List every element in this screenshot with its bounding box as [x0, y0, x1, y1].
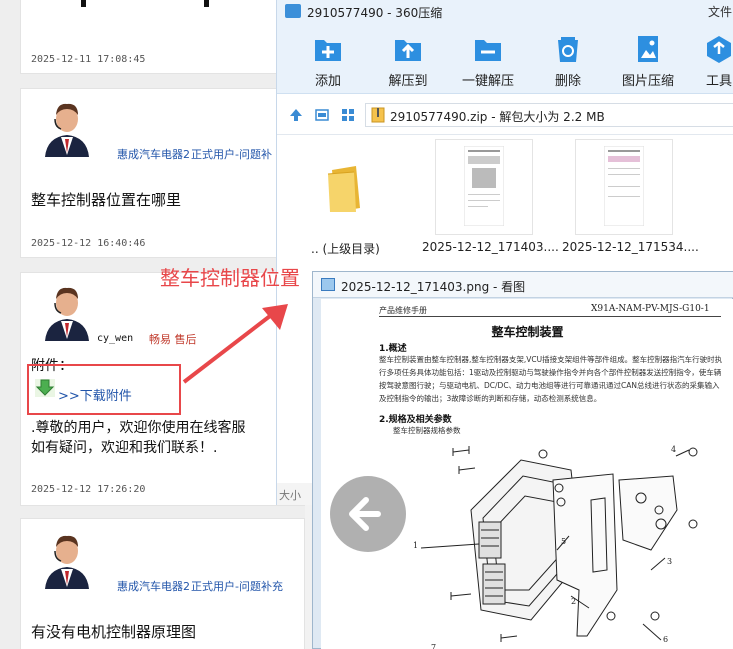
file-item-image[interactable] — [575, 139, 673, 235]
extract-to-icon — [395, 40, 421, 61]
post-partial-text: ff — [143, 0, 151, 2]
doc-paragraph: 整车控制装置由整车控制器,整车控制器支架,VCU插接支架组件等部件组成。整车控制… — [379, 355, 723, 403]
annotation-label: 整车控制器位置 — [160, 266, 300, 290]
file-item-parent[interactable] — [297, 139, 395, 235]
image-viewer-window: 2025-12-12_171403.png - 看图 产品维修手册 X91A-N… — [312, 271, 733, 649]
doc-header-left: 产品维修手册 — [379, 306, 427, 315]
file-caption: .. (上级目录) — [311, 242, 380, 256]
annotation-highlight-box — [27, 364, 181, 415]
tool-label: 添加 — [314, 74, 341, 89]
avatar-fragment — [81, 0, 86, 7]
tool-label: 一键解压 — [461, 74, 514, 89]
image-thumbnail — [604, 146, 644, 226]
file-item-image[interactable] — [435, 139, 533, 235]
post-username[interactable]: 惠成汽车电器2 — [117, 146, 190, 162]
status-text: 大小 — [279, 489, 301, 502]
avatar[interactable] — [41, 97, 93, 157]
doc-subheading: 整车控制器规格参数 — [393, 426, 461, 435]
add-button[interactable]: 添加 — [293, 34, 363, 89]
previous-image-button[interactable] — [330, 476, 406, 552]
post-username[interactable]: cy_wen — [97, 333, 133, 344]
path-field[interactable]: 2910577490.zip - 解包大小为 2.2 MB — [365, 103, 733, 127]
image-compress-icon — [638, 36, 658, 62]
callout-label: 1 — [413, 541, 418, 550]
tool-label: 删除 — [554, 74, 581, 89]
folder-icon — [327, 166, 360, 212]
post-time: 2025-12-12 16:40:46 — [31, 238, 146, 249]
post-message-line: 如有疑问，欢迎和我们联系！. — [31, 440, 218, 456]
file-caption: 2025-12-12_171403.... — [422, 240, 559, 254]
callout-label: 2 — [571, 597, 576, 606]
add-icon — [315, 40, 341, 61]
callout-label: 7 — [431, 643, 436, 649]
zip-window-title: 2910577490 - 360压缩 — [307, 6, 443, 20]
callout-label: 6 — [663, 635, 668, 644]
post-time: 2025-12-12 17:26:20 — [31, 484, 146, 495]
forum-post: 惠成汽车电器2 正式用户-问题补 整车控制器位置在哪里 2025-12-12 1… — [20, 88, 305, 258]
post-message: 有没有电机控制器原理图 — [31, 623, 197, 641]
post-message: 整车控制器位置在哪里 — [31, 191, 182, 209]
menu-file[interactable]: 文件 — [708, 3, 732, 20]
document-image: 产品维修手册 X91A-NAM-PV-MJS-G10-1 整车控制装置 1.概述… — [321, 299, 733, 649]
avatar[interactable] — [41, 529, 93, 589]
one-click-extract-button[interactable]: 一键解压 — [453, 34, 523, 89]
arrow-left-icon — [349, 497, 381, 531]
doc-title: 整车控制装置 — [491, 325, 564, 339]
status-bar: 大小 — [277, 483, 317, 505]
one-click-extract-icon — [475, 40, 501, 61]
avatar-fragment — [204, 0, 209, 7]
delete-button[interactable]: 删除 — [533, 34, 603, 89]
tool-label: 图片压缩 — [621, 74, 674, 89]
viewer-app-icon — [321, 278, 335, 291]
viewer-titlebar: 2025-12-12_171403.png - 看图 — [313, 272, 733, 298]
post-user-role: 正式用户-问题补 — [191, 148, 272, 161]
up-arrow-icon[interactable] — [289, 108, 303, 122]
post-time: 2025-12-11 17:08:45 — [31, 54, 146, 65]
delete-icon — [558, 37, 578, 62]
image-thumbnail — [464, 146, 504, 226]
callout-label: 5 — [561, 537, 566, 546]
viewer-title: 2025-12-12_171403.png - 看图 — [341, 280, 526, 294]
grid-view-icon[interactable] — [341, 108, 355, 122]
zip-file-icon — [371, 107, 385, 123]
post-message-line: .尊敬的用户，欢迎你使用在线客服 — [31, 420, 246, 436]
tools-icon — [707, 36, 731, 63]
callout-label: 4 — [671, 445, 676, 454]
tool-label: 解压到 — [388, 74, 428, 89]
address-bar: 2910577490.zip - 解包大小为 2.2 MB — [277, 95, 733, 135]
forum-post: 惠成汽车电器2 正式用户-问题补充 有没有电机控制器原理图 — [20, 518, 305, 649]
callout-label: 3 — [667, 557, 672, 566]
doc-section-heading: 2.规格及相关参数 — [379, 415, 452, 425]
annotation-arrow-icon — [182, 304, 288, 384]
zip-toolbar: 添加 解压到 一键解压 删除 图片压缩 工具 — [277, 24, 733, 94]
extract-to-button[interactable]: 解压到 — [373, 34, 443, 89]
path-text: 2910577490.zip - 解包大小为 2.2 MB — [390, 110, 605, 124]
forum-post: ff C 2025-12-11 17:08:45 — [20, 0, 305, 74]
list-view-icon[interactable] — [315, 108, 329, 122]
zip-titlebar: 2910577490 - 360压缩 文件 — [277, 0, 733, 24]
doc-header-right: X91A-NAM-PV-MJS-G10-1 — [591, 304, 710, 314]
post-username[interactable]: 惠成汽车电器2 — [117, 578, 190, 594]
avatar[interactable] — [41, 281, 93, 341]
file-caption: 2025-12-12_171534.... — [562, 240, 699, 254]
doc-header-rule — [379, 316, 721, 317]
post-user-role: 正式用户-问题补充 — [191, 580, 283, 593]
tools-button[interactable]: 工具 — [689, 34, 733, 89]
image-compress-button[interactable]: 图片压缩 — [613, 34, 683, 89]
archive-icon — [285, 4, 301, 18]
tool-label: 工具 — [705, 74, 732, 89]
